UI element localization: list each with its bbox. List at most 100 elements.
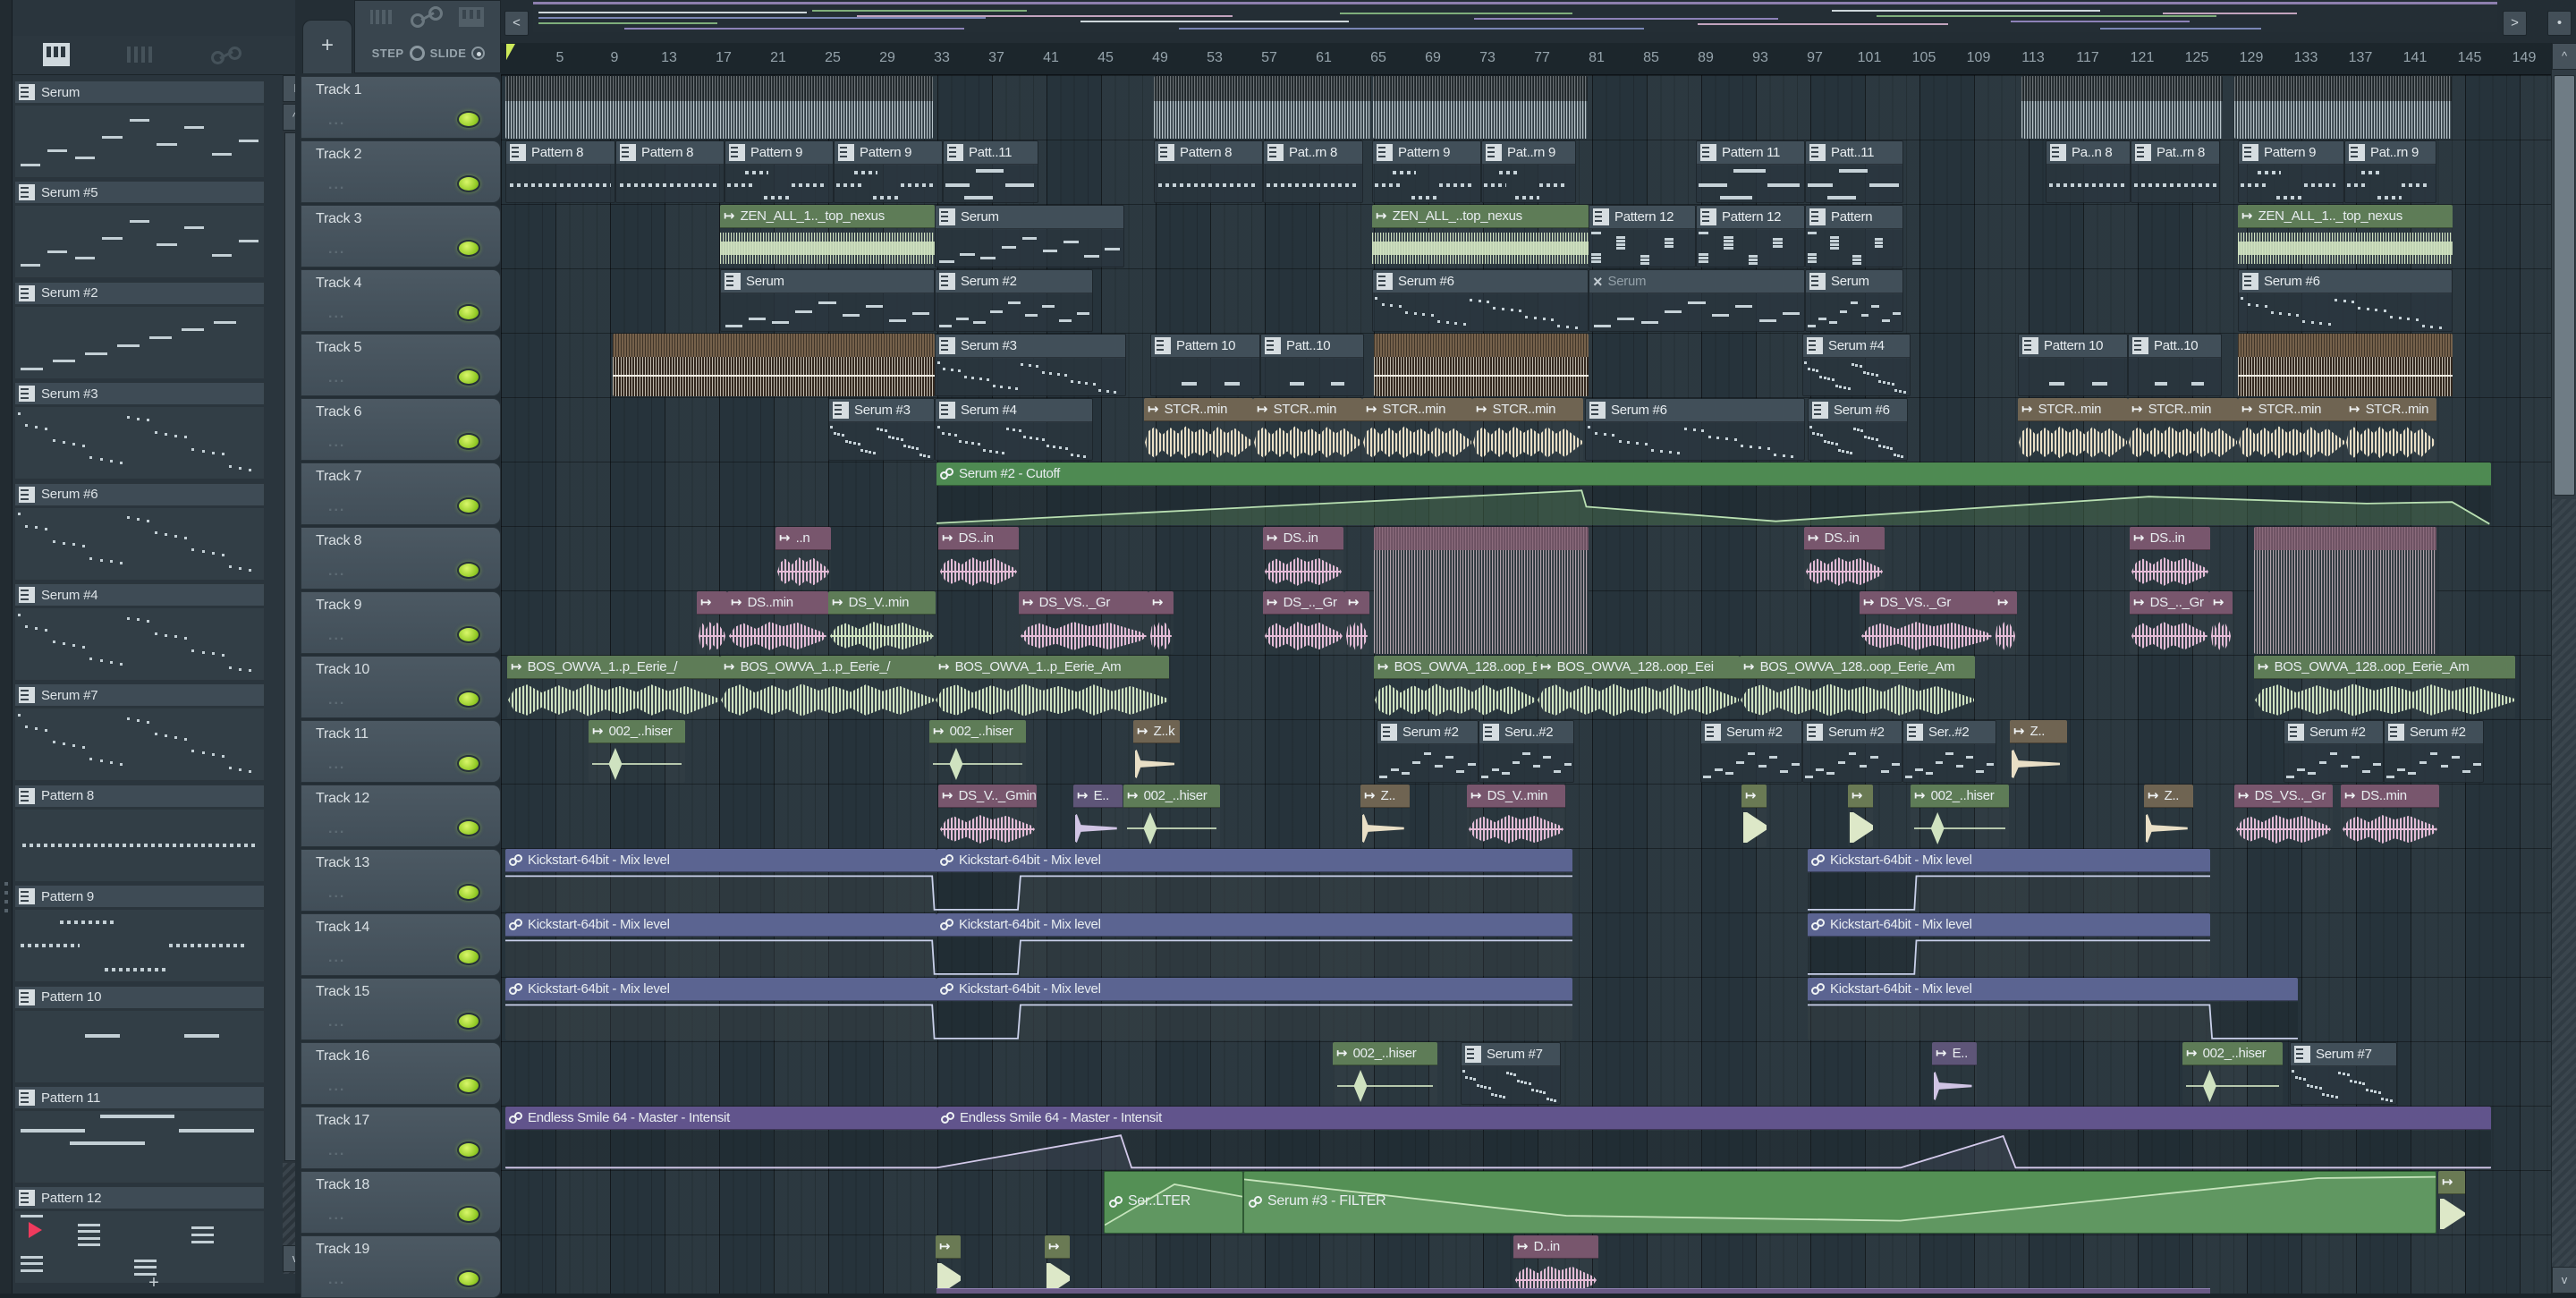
- automation-clip[interactable]: Kickstart-64bit - Mix level: [1808, 913, 2210, 976]
- pattern-clip[interactable]: Seru..#2: [1479, 720, 1574, 783]
- track-header[interactable]: Track 15...: [301, 978, 501, 1040]
- clip-header[interactable]: Serum #6: [2239, 270, 2452, 293]
- track-menu-dots[interactable]: ...: [328, 370, 345, 386]
- audio-clip[interactable]: ↦ E..: [1073, 785, 1123, 847]
- clip-header[interactable]: ↦ E..: [1073, 785, 1123, 808]
- pattern-clip[interactable]: Pattern 12: [1696, 205, 1805, 267]
- slide-toggle[interactable]: [471, 46, 486, 60]
- track-menu-dots[interactable]: ...: [328, 1208, 345, 1224]
- clip-header[interactable]: Pat..rn 8: [1264, 141, 1362, 165]
- pattern-clip[interactable]: Patt..10: [1260, 334, 1364, 396]
- automation-clip[interactable]: Kickstart-64bit - Mix level: [505, 978, 936, 1040]
- clip-header[interactable]: ↦ DS..in: [2130, 527, 2210, 550]
- clip-header[interactable]: Endless Smile 64 - Master - Intensit: [937, 1107, 2491, 1130]
- pattern-title[interactable]: Serum #7: [14, 683, 265, 708]
- clip-header[interactable]: Pattern 9: [2239, 141, 2343, 165]
- pattern-clip[interactable]: Serum #3: [828, 398, 935, 461]
- pattern-clip[interactable]: Serum #6: [1585, 398, 1805, 461]
- track-menu-dots[interactable]: ...: [328, 950, 345, 966]
- audio-clip[interactable]: ↦ 002_..hiser: [2182, 1042, 2283, 1105]
- track-menu-dots[interactable]: ...: [328, 1143, 345, 1159]
- clip-header[interactable]: Pattern 8: [1155, 141, 1262, 165]
- pattern-title[interactable]: Serum #5: [14, 181, 265, 205]
- audio-clip[interactable]: ↦ ZEN_ALL_1.._top_nexus: [720, 205, 935, 267]
- audio-clip[interactable]: ↦: [1344, 591, 1369, 654]
- audio-clip[interactable]: ↦: [1741, 785, 1767, 847]
- clip-header[interactable]: Serum #6: [1809, 399, 1907, 422]
- clip-header[interactable]: × Serum: [1589, 270, 1804, 293]
- pattern-clip[interactable]: Ser..#2: [1902, 720, 1996, 783]
- pattern-clip[interactable]: Serum #4: [935, 398, 1093, 461]
- pattern-clip[interactable]: Serum #4: [1802, 334, 1911, 396]
- clip-header[interactable]: Endless Smile 64 - Master - Intensit: [505, 1107, 937, 1130]
- clip-header[interactable]: ↦ BOS_OWVA_128..oop_Eei: [1537, 656, 1740, 679]
- clip-header[interactable]: ↦: [1344, 591, 1369, 615]
- audio-clip[interactable]: ↦: [1148, 591, 1174, 654]
- arrangement-overview-scrollbar[interactable]: [533, 2, 2497, 32]
- clip-header[interactable]: ↦ D..in: [1513, 1235, 1598, 1259]
- slide-link-icon[interactable]: [411, 6, 443, 28]
- audio-clip[interactable]: ↦ DS..in: [2130, 527, 2210, 590]
- track-mute-led[interactable]: [457, 884, 480, 901]
- audio-clip[interactable]: ↦ BOS_OWVA_128..oop_Eerie_Am: [2254, 656, 2515, 718]
- clip-header[interactable]: Pattern 8: [616, 141, 724, 165]
- clip-header[interactable]: Patt..10: [1261, 335, 1363, 358]
- clip-header[interactable]: ↦ DS..in: [1263, 527, 1343, 550]
- track-header[interactable]: Track 8...: [301, 527, 501, 590]
- audio-clip[interactable]: ↦ 002_..hiser: [1123, 785, 1220, 847]
- clip-header[interactable]: Serum #3: [936, 335, 1125, 358]
- pattern-clip[interactable]: Pattern 10: [2018, 334, 2128, 396]
- clip-header[interactable]: Patt..11: [944, 141, 1038, 165]
- audio-clip[interactable]: ↦ Z..: [1360, 785, 1410, 847]
- audio-clip[interactable]: ↦ BOS_OWVA_128..oop_Eei: [1537, 656, 1740, 718]
- track-menu-dots[interactable]: ...: [328, 564, 345, 580]
- audio-clip[interactable]: ↦ DS_V..min: [1467, 785, 1565, 847]
- pattern-stripe-clip[interactable]: [505, 76, 933, 139]
- audio-clip[interactable]: ↦ DS_.._Gr: [1263, 591, 1344, 654]
- add-pattern-button[interactable]: +: [25, 1274, 283, 1294]
- track-menu-dots[interactable]: ...: [328, 1014, 345, 1031]
- audio-clip[interactable]: ↦ Z..: [2144, 785, 2193, 847]
- pattern-clip[interactable]: Patt..11: [1805, 140, 1903, 203]
- track-header[interactable]: Track 9...: [301, 591, 501, 654]
- automation-clip[interactable]: Serum #3 - FILTER: [1243, 1171, 2436, 1234]
- pattern-clip[interactable]: Pat..rn 8: [1263, 140, 1363, 203]
- track-header[interactable]: Track 14...: [301, 913, 501, 976]
- audio-clip[interactable]: ↦ 002_..hiser: [589, 720, 685, 783]
- clip-header[interactable]: Pattern 9: [835, 141, 942, 165]
- pattern-stripe-clip[interactable]: [2238, 334, 2453, 396]
- playhead-marker[interactable]: [506, 44, 521, 60]
- pattern-clip[interactable]: Serum #2: [1700, 720, 1802, 783]
- clip-header[interactable]: Serum: [1806, 270, 1902, 293]
- clip-header[interactable]: ↦: [1741, 785, 1767, 808]
- audio-clip[interactable]: ↦ STCR..min: [1144, 398, 1253, 461]
- pattern-title[interactable]: Serum: [14, 81, 265, 104]
- audio-clip[interactable]: ↦ STCR..min: [1472, 398, 1583, 461]
- pattern-clip[interactable]: Serum #7: [1461, 1042, 1561, 1105]
- pattern-clip[interactable]: Serum #2: [1802, 720, 1902, 783]
- audio-clip[interactable]: ↦ 002_..hiser: [1333, 1042, 1437, 1105]
- clip-header[interactable]: Ser..#2: [1903, 721, 1996, 744]
- clip-header[interactable]: ↦ DS_V..min: [1467, 785, 1565, 808]
- automation-clip[interactable]: Kickstart-64bit - Mix level: [936, 913, 1572, 976]
- clip-header[interactable]: Pattern 9: [725, 141, 833, 165]
- clip-header[interactable]: ↦ BOS_OWVA_128..oop_Eerie_Am: [2254, 656, 2515, 679]
- audio-clip[interactable]: ↦: [1994, 591, 2017, 654]
- clip-header[interactable]: ↦ DS..in: [1804, 527, 1885, 550]
- audio-clip[interactable]: ↦ Z..k: [1133, 720, 1180, 783]
- pattern-clip[interactable]: Pattern 8: [615, 140, 724, 203]
- clip-header[interactable]: ↦ STCR..min: [2238, 398, 2345, 421]
- clip-header[interactable]: ↦ DS_V.._Gmin: [938, 785, 1037, 808]
- track-menu-dots[interactable]: ...: [328, 1079, 345, 1095]
- clip-header[interactable]: ↦ BOS_OWVA_128..oop_Eei: [1374, 656, 1537, 679]
- pattern-clip[interactable]: Serum #6: [2238, 269, 2453, 332]
- clip-header[interactable]: Serum #6: [1373, 270, 1588, 293]
- track-menu-dots[interactable]: ...: [328, 435, 345, 451]
- audio-clip[interactable]: ↦ ZEN_ALL_1.._top_nexus: [2238, 205, 2453, 267]
- pattern-clip[interactable]: Pattern 9: [834, 140, 943, 203]
- scroll-up-button[interactable]: ^: [2552, 43, 2576, 70]
- draw-wave-icon[interactable]: [368, 10, 398, 24]
- clip-header[interactable]: ↦ STCR..min: [1144, 398, 1253, 421]
- timeline-ruler[interactable]: 5 9 13 17 21 25 29 33 37 41 45 49 53 57 61 65 69 73 77 81 85…: [501, 43, 2551, 75]
- clip-header[interactable]: ↦ Z..k: [1133, 720, 1180, 743]
